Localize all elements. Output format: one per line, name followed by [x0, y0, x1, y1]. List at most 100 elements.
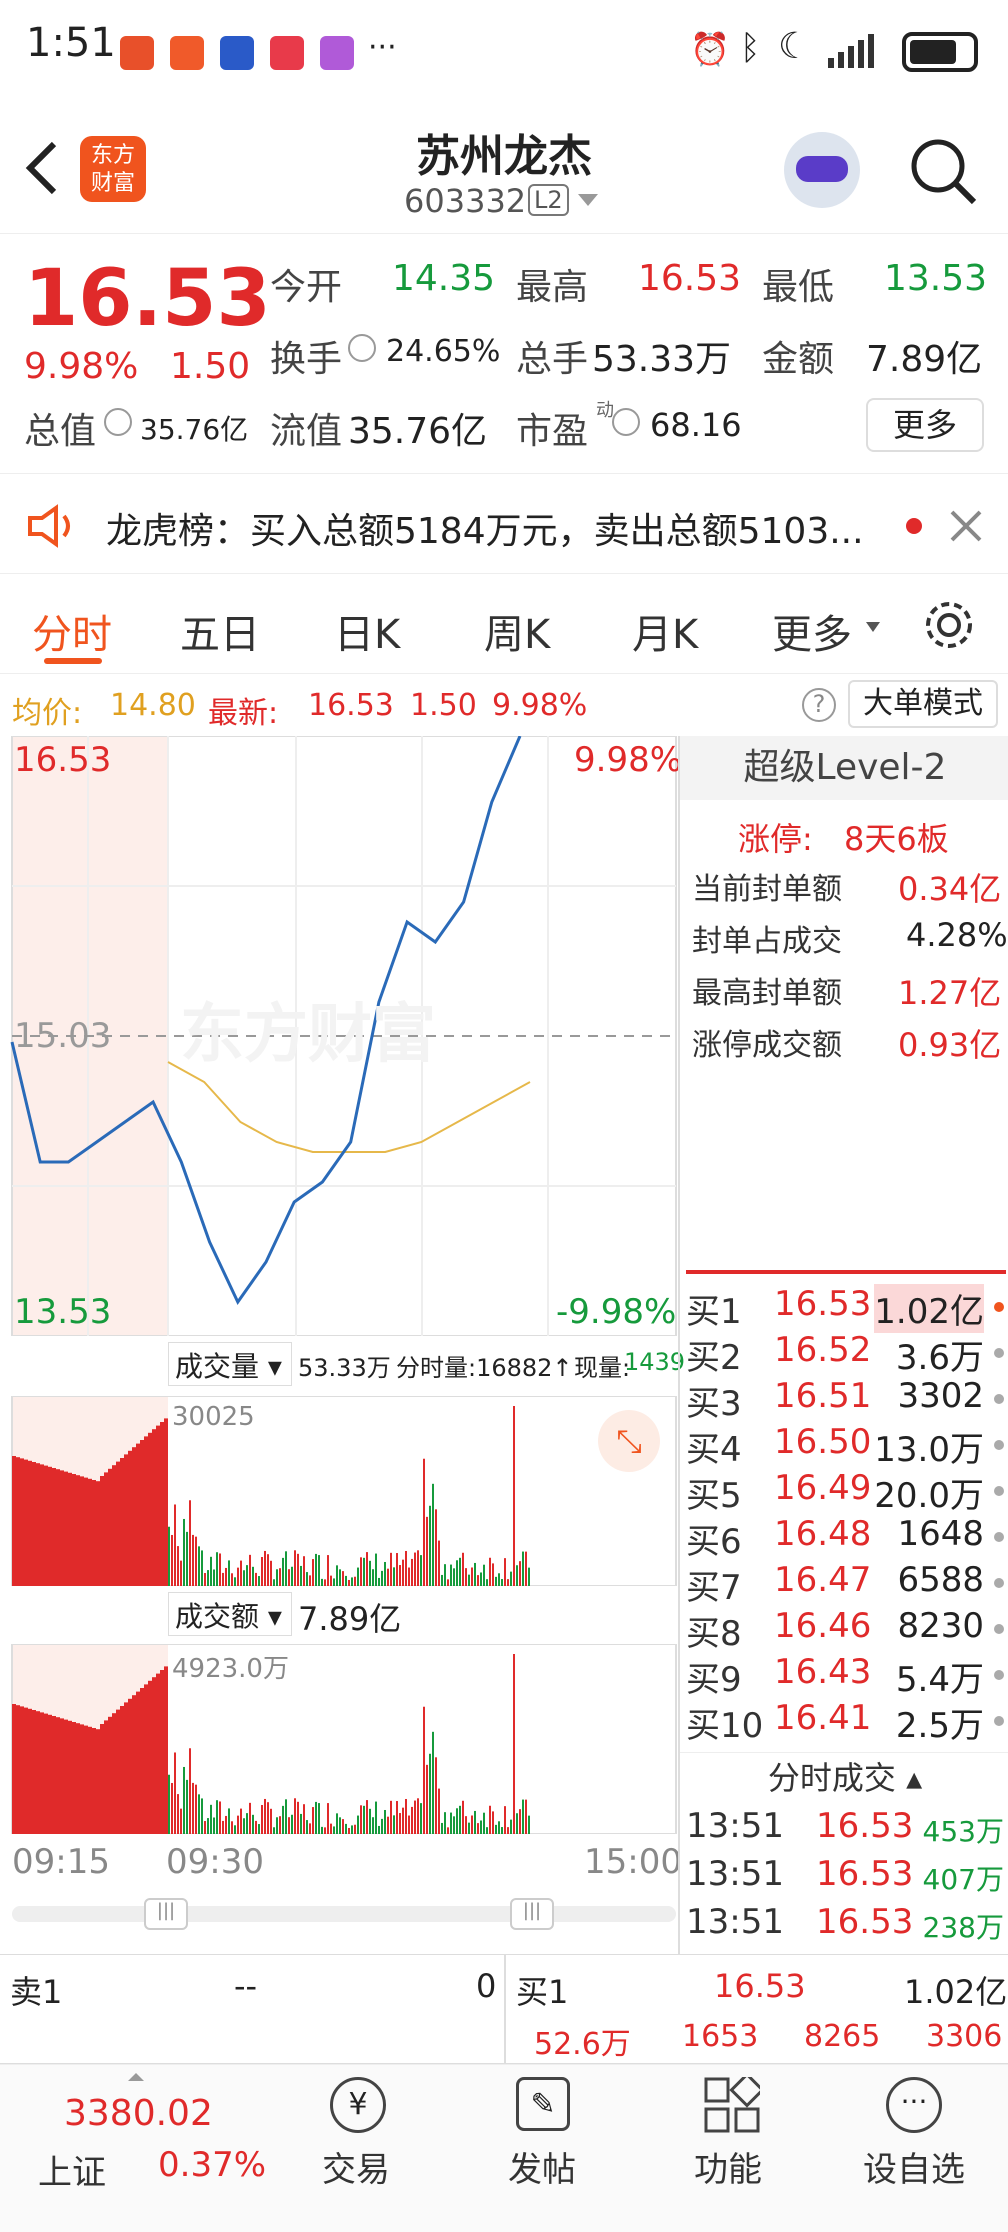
range-handle-left[interactable]: ||| — [144, 1898, 188, 1930]
order-book-divider — [686, 1270, 1006, 1274]
amount-selector[interactable]: 成交额 ▾ — [168, 1592, 292, 1636]
queue-order: 8265 — [804, 2019, 881, 2054]
tab-weekly-k[interactable]: 周K — [484, 602, 550, 660]
ticks-header[interactable]: 分时成交 ▴ — [680, 1752, 1008, 1802]
tab-intraday[interactable]: 分时 — [32, 602, 112, 660]
tick-volume: 238万 — [922, 1911, 1004, 1944]
volume-now: 1439 — [624, 1348, 686, 1376]
bid-price: 16.49 — [774, 1468, 872, 1508]
volume-max-label: 30025 — [172, 1402, 255, 1432]
yuan-icon: ¥ — [330, 2077, 386, 2133]
info-icon[interactable] — [104, 408, 132, 436]
info-icon[interactable] — [612, 408, 640, 436]
volume-label: 总手 — [516, 339, 589, 380]
dragon-tiger-notice[interactable]: 龙虎榜：买入总额5184万元，卖出总额5103... — [0, 474, 1008, 574]
volume-now-label: 现量: — [574, 1354, 631, 1382]
volume-selector[interactable]: 成交量 ▾ — [168, 1342, 292, 1386]
time-end: 15:00 — [584, 1842, 682, 1882]
bid-row[interactable]: 买4 16.50 13.0万 — [680, 1422, 1008, 1470]
add-favorite-button[interactable]: ··· 设自选 — [834, 2065, 994, 2232]
post-button[interactable]: ✎ 发帖 — [462, 2065, 622, 2232]
tick-row: 13:51 16.53 407万 — [680, 1854, 1008, 1900]
tab-daily-k[interactable]: 日K — [334, 602, 400, 660]
level2-title[interactable]: 超级Level-2 — [680, 736, 1008, 800]
tab-more[interactable]: 更多 — [772, 602, 852, 660]
tab-monthly-k[interactable]: 月K — [632, 602, 698, 660]
robot-assistant-icon[interactable] — [784, 132, 860, 208]
tick-price: 16.53 — [816, 1902, 914, 1942]
expand-icon[interactable]: ⤡ — [598, 1410, 660, 1472]
info-icon[interactable] — [348, 334, 376, 362]
trade-button[interactable]: ¥ 交易 — [276, 2065, 436, 2232]
amount-label: 金额 — [762, 339, 835, 380]
intraday-chart-area[interactable]: 东方财富 16.53 9.98% 15.03 13.53 -9.98% 成交量 … — [0, 736, 685, 1954]
big-order-mode-button[interactable]: 大单模式 — [848, 680, 998, 728]
bid-price: 16.48 — [774, 1514, 872, 1554]
bid-row[interactable]: 买2 16.52 3.6万 — [680, 1330, 1008, 1378]
bid-price: 16.46 — [774, 1606, 872, 1646]
latest-percent: 9.98% — [492, 688, 588, 723]
bid-dot — [994, 1670, 1004, 1680]
unread-dot — [906, 518, 922, 534]
best-quote-strip[interactable]: 卖1 -- 0 买1 16.53 1.02亿 52.6万 1653 8265 3… — [0, 1954, 1008, 2065]
market-cap-value: 35.76亿 — [140, 413, 249, 446]
search-icon[interactable] — [908, 136, 980, 208]
app-icon — [170, 36, 204, 70]
bid-price: 16.41 — [774, 1698, 872, 1738]
bid-row[interactable]: 买7 16.47 6588 — [680, 1560, 1008, 1608]
bid-order-book[interactable]: 买1 16.53 1.02亿 买2 16.52 3.6万 买3 16.51 3302 买4 16.5… — [680, 1284, 1008, 1750]
stat-value: 0.34亿 — [898, 870, 1002, 908]
bid-row[interactable]: 买3 16.51 3302 — [680, 1376, 1008, 1424]
tab-five-day[interactable]: 五日 — [180, 602, 260, 660]
quote-panel: 16.53 9.98% 1.50 今开 14.35 最高 16.53 最低 13… — [0, 234, 1008, 474]
bid-level: 买9 — [686, 1660, 742, 1700]
top-percent-label: 9.98% — [574, 740, 683, 780]
stat-label: 当前封单额 — [692, 872, 842, 907]
gear-icon[interactable] — [922, 598, 976, 652]
tick-time: 13:51 — [686, 1902, 784, 1942]
index-percent: 0.37% — [158, 2145, 267, 2185]
status-time: 1:51 — [26, 20, 116, 66]
grid-icon — [704, 2072, 765, 2133]
bid-volume: 3.6万 — [895, 1338, 984, 1378]
avg-value: 14.80 — [110, 688, 196, 723]
latest-value: 16.53 — [308, 688, 394, 723]
close-icon[interactable] — [946, 506, 986, 546]
bid-row[interactable]: 买6 16.48 1648 — [680, 1514, 1008, 1562]
level-badge[interactable]: L2 — [528, 184, 569, 216]
volume-chart[interactable] — [0, 1396, 678, 1586]
more-button[interactable]: 更多 — [866, 398, 984, 452]
bid-row[interactable]: 买1 16.53 1.02亿 — [680, 1284, 1008, 1333]
limit-up-value: 8天6板 — [844, 820, 949, 858]
high-value: 16.53 — [638, 258, 742, 299]
index-ticker[interactable]: 3380.02 上证 0.37% — [20, 2065, 266, 2232]
stat-value: 1.27亿 — [898, 974, 1002, 1012]
open-value: 14.35 — [392, 258, 496, 299]
queue-order: 1653 — [682, 2019, 759, 2054]
more-dropdown-icon[interactable] — [866, 622, 880, 632]
moon-icon: ☾ — [778, 26, 811, 67]
tick-time: 13:51 — [686, 1854, 784, 1894]
tick-time: 13:51 — [686, 1806, 784, 1846]
tick-row: 13:51 16.53 238万 — [680, 1902, 1008, 1948]
bid-row[interactable]: 买8 16.46 8230 — [680, 1606, 1008, 1654]
bid-level: 买8 — [686, 1614, 742, 1654]
bluetooth-icon: ᛒ — [740, 28, 761, 68]
open-label: 今开 — [270, 267, 343, 308]
code-dropdown-icon[interactable] — [578, 194, 598, 206]
queue-order: 52.6万 — [534, 2027, 631, 2062]
bid-row[interactable]: 买5 16.49 20.0万 — [680, 1468, 1008, 1516]
bid-row[interactable]: 买9 16.43 5.4万 — [680, 1652, 1008, 1700]
more-notifications: ··· — [368, 30, 397, 65]
range-handle-right[interactable]: ||| — [510, 1898, 554, 1930]
bid-row[interactable]: 买10 16.41 2.5万 — [680, 1698, 1008, 1746]
bid-volume: 1648 — [897, 1514, 984, 1554]
help-icon[interactable]: ? — [802, 688, 836, 722]
function-button[interactable]: 功能 — [648, 2065, 808, 2232]
amount-chart[interactable] — [0, 1644, 678, 1834]
range-slider-track[interactable] — [12, 1906, 676, 1922]
bid-price: 16.51 — [774, 1376, 872, 1416]
change-percent: 9.98% — [24, 346, 139, 387]
app-icon — [220, 36, 254, 70]
bid-price: 16.50 — [774, 1422, 872, 1462]
